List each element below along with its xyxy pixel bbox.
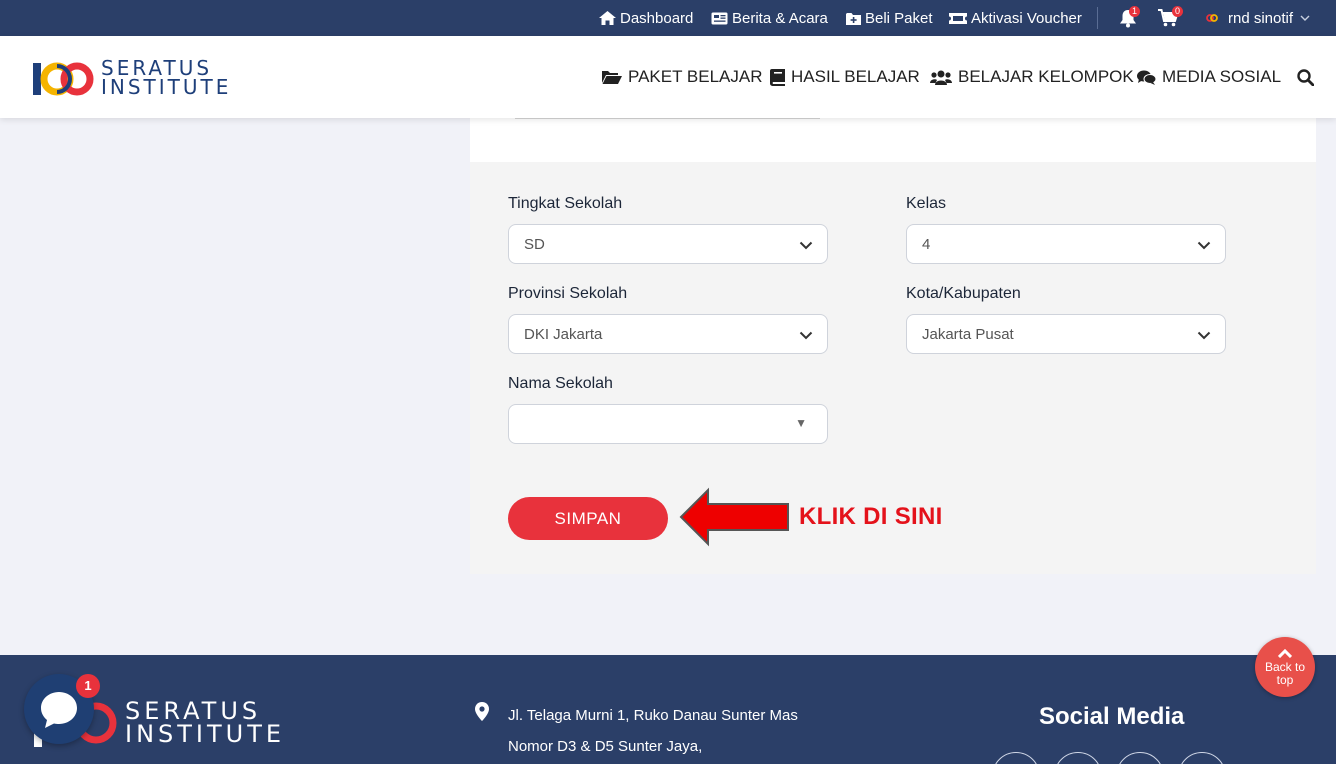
nav-belajar-kelompok[interactable]: BELAJAR KELOMPOK [930,36,1134,118]
nav-hasil-belajar[interactable]: HASIL BELAJAR [770,36,920,118]
nav-media-sosial[interactable]: MEDIA SOSIAL [1137,36,1281,118]
top-bar: Dashboard Berita & Acara Beli Paket Akti… [0,0,1336,36]
aktivasi-voucher-link[interactable]: Aktivasi Voucher [949,0,1082,36]
users-icon [930,70,952,85]
social-youtube-button[interactable] [1116,752,1164,764]
nama-sekolah-label: Nama Sekolah [508,375,613,392]
notification-badge: 1 [1129,6,1140,17]
social-instagram-button[interactable] [1054,752,1102,764]
chat-badge: 1 [76,674,100,698]
social-twitter-button[interactable] [1178,752,1226,764]
dashboard-link[interactable]: Dashboard [599,0,693,36]
arrow-left-icon [679,487,789,547]
newspaper-icon [711,12,728,24]
topbar-divider [1097,7,1098,29]
berita-acara-label: Berita & Acara [732,9,828,27]
dashboard-label: Dashboard [620,9,694,27]
kota-kabupaten-select[interactable]: Jakarta Pusat [906,314,1226,354]
notification-button[interactable] [1119,0,1141,36]
chevron-down-icon [799,331,813,340]
nav-paket-belajar[interactable]: PAKET BELAJAR [602,36,762,118]
provinsi-sekolah-select[interactable]: DKI Jakarta [508,314,828,354]
chevron-down-icon [1197,331,1211,340]
address-line1: Jl. Telaga Murni 1, Ruko Danau Sunter Ma… [508,707,798,724]
back-to-top-button[interactable]: Back to top [1255,637,1315,697]
simpan-button[interactable]: SIMPAN [508,497,668,540]
kelas-label: Kelas [906,195,947,212]
klik-di-sini-annotation: KLIK DI SINI [799,503,943,530]
kelas-value: 4 [922,235,931,253]
address-line2: Nomor D3 & D5 Sunter Jaya, [508,738,703,755]
beli-paket-link[interactable]: Beli Paket [846,0,933,36]
kota-kabupaten-label: Kota/Kabupaten [906,285,1021,302]
tingkat-sekolah-value: SD [524,235,545,253]
avatar-icon [1206,14,1218,22]
kota-kabupaten-value: Jakarta Pusat [922,325,1014,343]
nav-hasil-label: HASIL BELAJAR [791,67,920,86]
folder-open-icon [602,70,622,84]
nav-media-label: MEDIA SOSIAL [1162,67,1282,86]
back-to-top-label-2: top [1276,673,1294,687]
provinsi-sekolah-label: Provinsi Sekolah [508,285,628,302]
social-media-title: Social Media [1039,703,1185,730]
chevron-down-icon [1197,241,1211,250]
search-icon [1297,68,1314,86]
home-icon [599,11,616,25]
aktivasi-voucher-label: Aktivasi Voucher [971,9,1082,27]
beli-paket-label: Beli Paket [865,9,933,27]
tingkat-sekolah-label: Tingkat Sekolah [508,195,623,212]
tingkat-sekolah-select[interactable]: SD [508,224,828,264]
map-marker-icon [475,702,489,721]
book-icon [770,68,785,86]
footer-logo-line2: INSTITUTE [125,720,286,748]
seratus-logo[interactable]: SERATUS INSTITUTE [33,58,228,99]
user-name: rnd sinotif [1228,9,1294,27]
logo-line2: INSTITUTE [101,75,232,99]
logo-mark-icon [33,62,94,96]
main-header: SERATUS INSTITUTE PAKET BELAJAR HASIL BE… [0,36,1336,118]
ticket-icon [949,12,967,24]
nav-kelompok-label: BELAJAR KELOMPOK [958,67,1134,86]
social-facebook-button[interactable] [992,752,1040,764]
profile-card-top [470,118,1316,162]
chevron-down-icon [1300,15,1310,21]
provinsi-sekolah-value: DKI Jakarta [524,325,603,343]
user-menu[interactable]: rnd sinotif [1206,0,1314,36]
caret-down-icon: ▼ [795,416,807,430]
berita-acara-link[interactable]: Berita & Acara [711,0,828,36]
previous-field-edge [515,118,820,119]
chevron-up-icon [1277,648,1293,659]
comments-icon [1137,70,1156,85]
search-button[interactable] [1297,36,1320,118]
chevron-down-icon [799,241,813,250]
cart-badge: 0 [1172,6,1183,17]
nav-paket-label: PAKET BELAJAR [628,67,763,86]
nama-sekolah-select[interactable]: ▼ [508,404,828,444]
folder-plus-icon [846,12,861,25]
footer: SERATUS INSTITUTE Jl. Telaga Murni 1, Ru… [0,655,1336,764]
kelas-select[interactable]: 4 [906,224,1226,264]
